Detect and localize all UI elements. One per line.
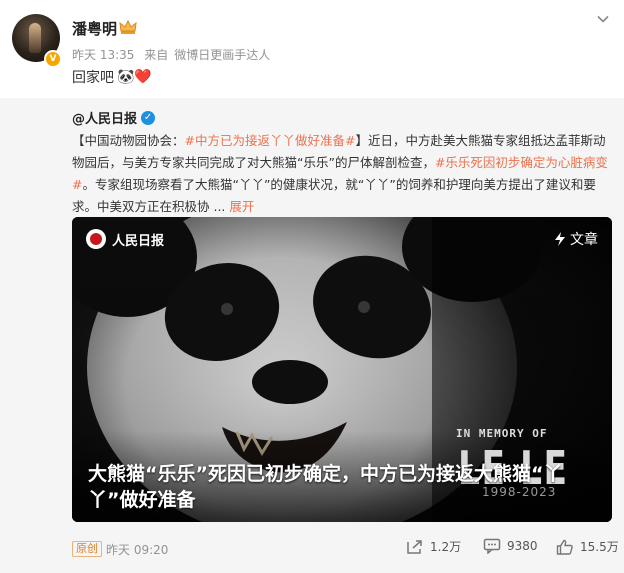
repost-text-prefix: 【中国动物园协会：: [72, 133, 185, 148]
like-count: 15.5万: [580, 540, 619, 554]
repost-username[interactable]: @人民日报: [72, 108, 137, 127]
share-icon: [407, 539, 422, 554]
post-content: 回家吧 🐼❤️: [72, 67, 152, 87]
verified-blue-icon: ✓: [141, 110, 156, 125]
repost-user: @人民日报 ✓: [72, 108, 156, 127]
post-meta: 昨天 13:35 来自 微博日更画手达人: [72, 46, 276, 63]
video-channel-name: 人民日报: [112, 233, 165, 249]
repost-text: 【中国动物园协会：#中方已为接返丫丫做好准备#】近日，中方赴美大熊猫专家组抵达孟…: [72, 130, 616, 218]
lightning-icon: [555, 232, 565, 246]
member-crown-icon[interactable]: [119, 19, 137, 35]
panda-heart-emoji: 🐼❤️: [117, 69, 152, 85]
comment-count: 9380: [507, 539, 538, 553]
article-label: 文章: [570, 232, 598, 248]
repost-time[interactable]: 昨天 09:20: [106, 541, 168, 558]
original-badge: 原创: [72, 541, 102, 557]
verified-badge-icon: V: [44, 50, 62, 68]
video-caption: 大熊猫“乐乐”死因已初步确定，中方已为接返大熊猫“丫丫”做好准备: [88, 463, 563, 511]
username[interactable]: 潘粤明: [72, 18, 117, 39]
video-card[interactable]: 人民日报 文章 IN MEMORY OF LE LE 1998-2023 大熊猫…: [72, 217, 612, 522]
expand-link[interactable]: 展开: [229, 199, 254, 214]
source-prefix: 来自: [144, 48, 169, 62]
video-channel: 人民日报: [86, 229, 164, 249]
share-count: 1.2万: [430, 540, 462, 554]
repost-card: @人民日报 ✓ 【中国动物园协会：#中方已为接返丫丫做好准备#】近日，中方赴美大…: [0, 98, 624, 573]
post-source[interactable]: 微博日更画手达人: [174, 48, 270, 62]
memory-line1: IN MEMORY OF: [456, 427, 548, 440]
chevron-down-icon[interactable]: [596, 12, 610, 26]
ellipsis: ...: [209, 199, 230, 214]
post-time[interactable]: 昨天 13:35: [72, 48, 134, 62]
avatar-figure: [29, 23, 41, 53]
thumbs-up-icon: [556, 539, 573, 555]
hashtag-link[interactable]: #中方已为接返丫丫做好准备#: [185, 133, 356, 148]
post-text: 回家吧: [72, 70, 114, 86]
article-button[interactable]: 文章: [554, 229, 598, 249]
people-daily-logo-icon: [86, 229, 106, 249]
weibo-post: V 潘粤明 昨天 13:35 来自 微博日更画手达人 回家吧 🐼❤️ @人民日报 …: [0, 0, 624, 573]
repost-text-mid2: 。专家组现场察看了大熊猫“丫丫”的健康状况，就“丫丫”的饲养和护理向美方提出了建…: [72, 177, 596, 214]
share-button[interactable]: 1.2万: [406, 538, 461, 555]
comment-icon: [483, 538, 501, 554]
like-button[interactable]: 15.5万: [556, 538, 619, 555]
comment-button[interactable]: 9380: [483, 538, 538, 554]
